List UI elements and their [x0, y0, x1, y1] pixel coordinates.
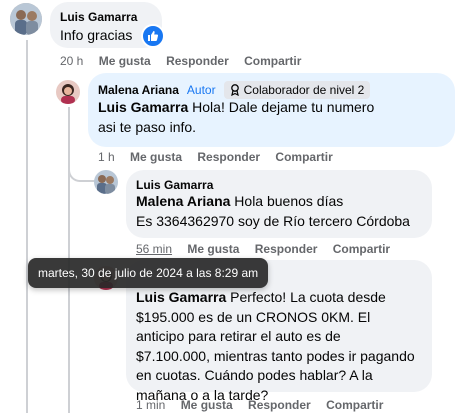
comment-text-line: Hola buenos días [234, 193, 344, 209]
comment-actions: 56 min Me gusta Responder Compartir [136, 242, 402, 256]
reply-button[interactable]: Responder [197, 150, 260, 164]
award-icon [230, 84, 239, 96]
reply-button[interactable]: Responder [166, 54, 229, 68]
comment-author[interactable]: Luis Gamarra [136, 178, 213, 192]
comment-actions: 20 h Me gusta Responder Compartir [60, 54, 313, 68]
share-button[interactable]: Compartir [326, 398, 383, 412]
mention-link[interactable]: Luis Gamarra [136, 289, 226, 305]
avatar-photo-icon [10, 3, 42, 35]
comment-bubble: Luis Gamarra Malena Ariana Hola buenos d… [126, 170, 432, 238]
like-button[interactable]: Me gusta [181, 398, 233, 412]
reply-button[interactable]: Responder [248, 398, 311, 412]
contributor-badge-label: Colaborador de nivel 2 [243, 83, 365, 97]
comment-actions: 1 min Me gusta Responder Compartir [136, 398, 395, 412]
mention-link[interactable]: Luis Gamarra [98, 99, 188, 115]
like-button[interactable]: Me gusta [99, 54, 151, 68]
avatar[interactable] [10, 3, 42, 35]
timestamp[interactable]: 1 h [98, 150, 115, 164]
timestamp[interactable]: 1 min [136, 398, 165, 412]
avatar[interactable] [56, 80, 80, 104]
thread-line-main [26, 40, 28, 413]
reaction-badge[interactable] [141, 24, 165, 48]
like-button[interactable]: Me gusta [130, 150, 182, 164]
share-button[interactable]: Compartir [333, 242, 390, 256]
avatar[interactable] [94, 170, 118, 194]
thumbs-up-icon [148, 31, 159, 41]
thread-connector-2 [68, 160, 96, 182]
mention-link[interactable]: Malena Ariana [136, 193, 230, 209]
reply-button[interactable]: Responder [255, 242, 318, 256]
author-badge: Autor [186, 83, 216, 97]
contributor-badge[interactable]: Colaborador de nivel 2 [223, 81, 371, 99]
comment-text-line: Es 3364362970 soy de Río tercero Córdoba [136, 213, 410, 229]
comment-text: Perfecto! La cuota desde $195.000 es de … [136, 289, 415, 403]
comment-author[interactable]: Malena Ariana [98, 83, 179, 97]
share-button[interactable]: Compartir [275, 150, 332, 164]
timestamp[interactable]: 20 h [60, 54, 83, 68]
like-button[interactable]: Me gusta [187, 242, 239, 256]
comment-text: Info gracias [60, 27, 133, 43]
timestamp-tooltip: martes, 30 de julio de 2024 a las 8:29 a… [28, 258, 269, 288]
avatar-photo-icon [94, 170, 118, 194]
comment-actions: 1 h Me gusta Responder Compartir [98, 150, 345, 164]
avatar-photo-icon [56, 80, 80, 104]
timestamp[interactable]: 56 min [136, 242, 172, 256]
comment-bubble: Malena Ariana Autor Colaborador de nivel… [88, 73, 455, 147]
comment-author[interactable]: Luis Gamarra [60, 10, 137, 24]
share-button[interactable]: Compartir [244, 54, 301, 68]
